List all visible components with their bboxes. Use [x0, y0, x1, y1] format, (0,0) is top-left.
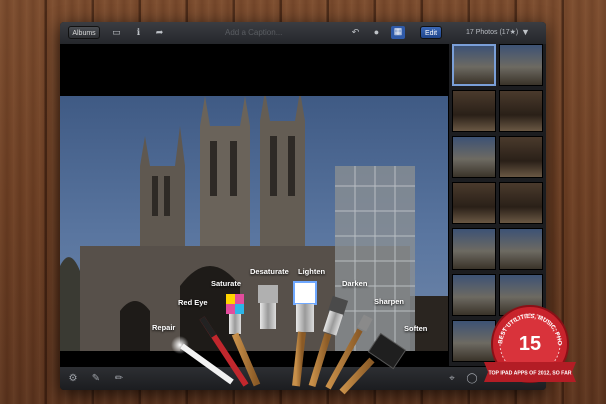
brush-label-repair: Repair — [152, 323, 176, 332]
lighten-brush[interactable] — [292, 281, 317, 387]
badge-ribbon-text: TOP IPAD APPS OF 2012, SO FAR — [488, 371, 571, 377]
saturate-brush[interactable] — [226, 294, 261, 387]
brush-label-darken: Darken — [342, 279, 368, 288]
brush-label-lighten: Lighten — [298, 267, 326, 276]
brush-label-saturate: Saturate — [211, 279, 242, 288]
brush-label-desaturate: Desaturate — [250, 267, 289, 276]
desaturate-brush[interactable] — [258, 285, 278, 386]
brush-label-soften: Soften — [404, 324, 428, 333]
brush-label-red-eye: Red Eye — [178, 298, 208, 307]
award-badge: BEST UTILITIES, MUSIC, PHOTOS 15 TOP IPA… — [484, 300, 576, 383]
darken-brush[interactable] — [308, 295, 349, 388]
brush-label-sharpen: Sharpen — [374, 297, 405, 306]
repair-brush[interactable] — [171, 336, 234, 385]
badge-number: 15 — [519, 333, 541, 355]
